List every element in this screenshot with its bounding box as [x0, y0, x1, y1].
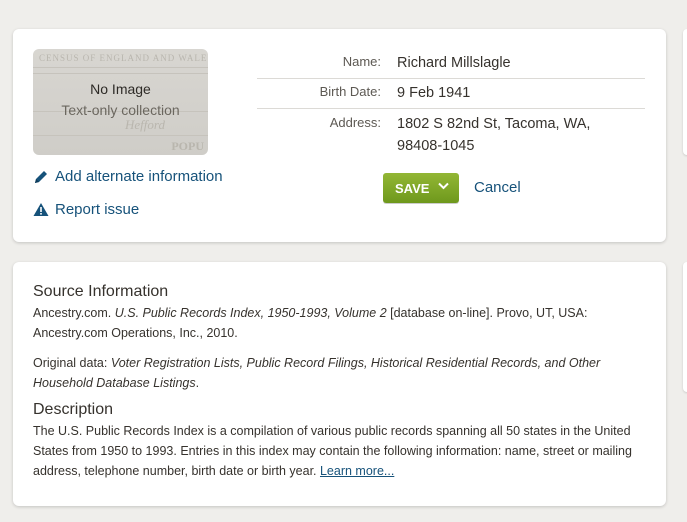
description-text: The U.S. Public Records Index is a compi… [33, 421, 651, 481]
citation-prefix: Ancestry.com. [33, 306, 115, 320]
birth-date-value: 9 Feb 1941 [397, 85, 471, 101]
save-button[interactable]: SAVE [383, 173, 459, 203]
collection-type-label: Text-only collection [61, 102, 180, 118]
citation-title: U.S. Public Records Index, 1950-1993, Vo… [114, 306, 387, 320]
birth-date-row: Birth Date: 9 Feb 1941 [257, 82, 645, 109]
original-data: Original data: Voter Registration Lists,… [33, 353, 651, 393]
birth-date-label: Birth Date: [319, 84, 381, 99]
address-label: Address: [329, 115, 381, 130]
image-background-text: CENSUS OF ENGLAND AND WALES [39, 53, 208, 63]
image-rule [33, 73, 208, 74]
add-alternate-info-link[interactable]: Add alternate information [33, 168, 223, 185]
adjacent-panel-edge [683, 29, 687, 155]
record-card: CENSUS OF ENGLAND AND WALES Hefford POPU… [13, 29, 666, 242]
name-label: Name: [342, 54, 381, 69]
source-citation: Ancestry.com. U.S. Public Records Index,… [33, 303, 651, 343]
image-background-text: POPU [171, 139, 204, 153]
name-value: Richard Millslagle [397, 55, 511, 71]
source-info-card: Source Information Ancestry.com. U.S. Pu… [13, 262, 666, 506]
record-image-placeholder: CENSUS OF ENGLAND AND WALES Hefford POPU… [33, 49, 208, 155]
original-data-text: Voter Registration Lists, Public Record … [33, 356, 601, 390]
original-data-prefix: Original data: [33, 356, 111, 370]
chevron-down-icon[interactable] [438, 182, 449, 190]
pencil-icon [35, 170, 47, 183]
adjacent-panel-edge [683, 262, 687, 392]
learn-more-link[interactable]: Learn more... [320, 464, 394, 478]
report-issue-label: Report issue [55, 201, 140, 218]
no-image-label: No Image [90, 81, 151, 97]
warning-icon [33, 203, 49, 216]
add-alternate-info-label: Add alternate information [55, 168, 223, 185]
save-button-label: SAVE [395, 180, 430, 196]
description-heading: Description [33, 401, 114, 418]
report-issue-link[interactable]: Report issue [33, 201, 139, 218]
address-row: Address: 1802 S 82nd St, Tacoma, WA, 984… [257, 113, 645, 157]
original-data-suffix: . [195, 376, 200, 390]
name-row: Name: Richard Millslagle [257, 52, 645, 79]
image-background-text: Hefford [125, 117, 165, 132]
cancel-link[interactable]: Cancel [474, 179, 521, 196]
source-info-heading: Source Information [33, 283, 169, 300]
image-rule [33, 135, 208, 136]
address-value: 1802 S 82nd St, Tacoma, WA, 98408-1045 [397, 116, 591, 154]
image-rule [33, 67, 208, 68]
